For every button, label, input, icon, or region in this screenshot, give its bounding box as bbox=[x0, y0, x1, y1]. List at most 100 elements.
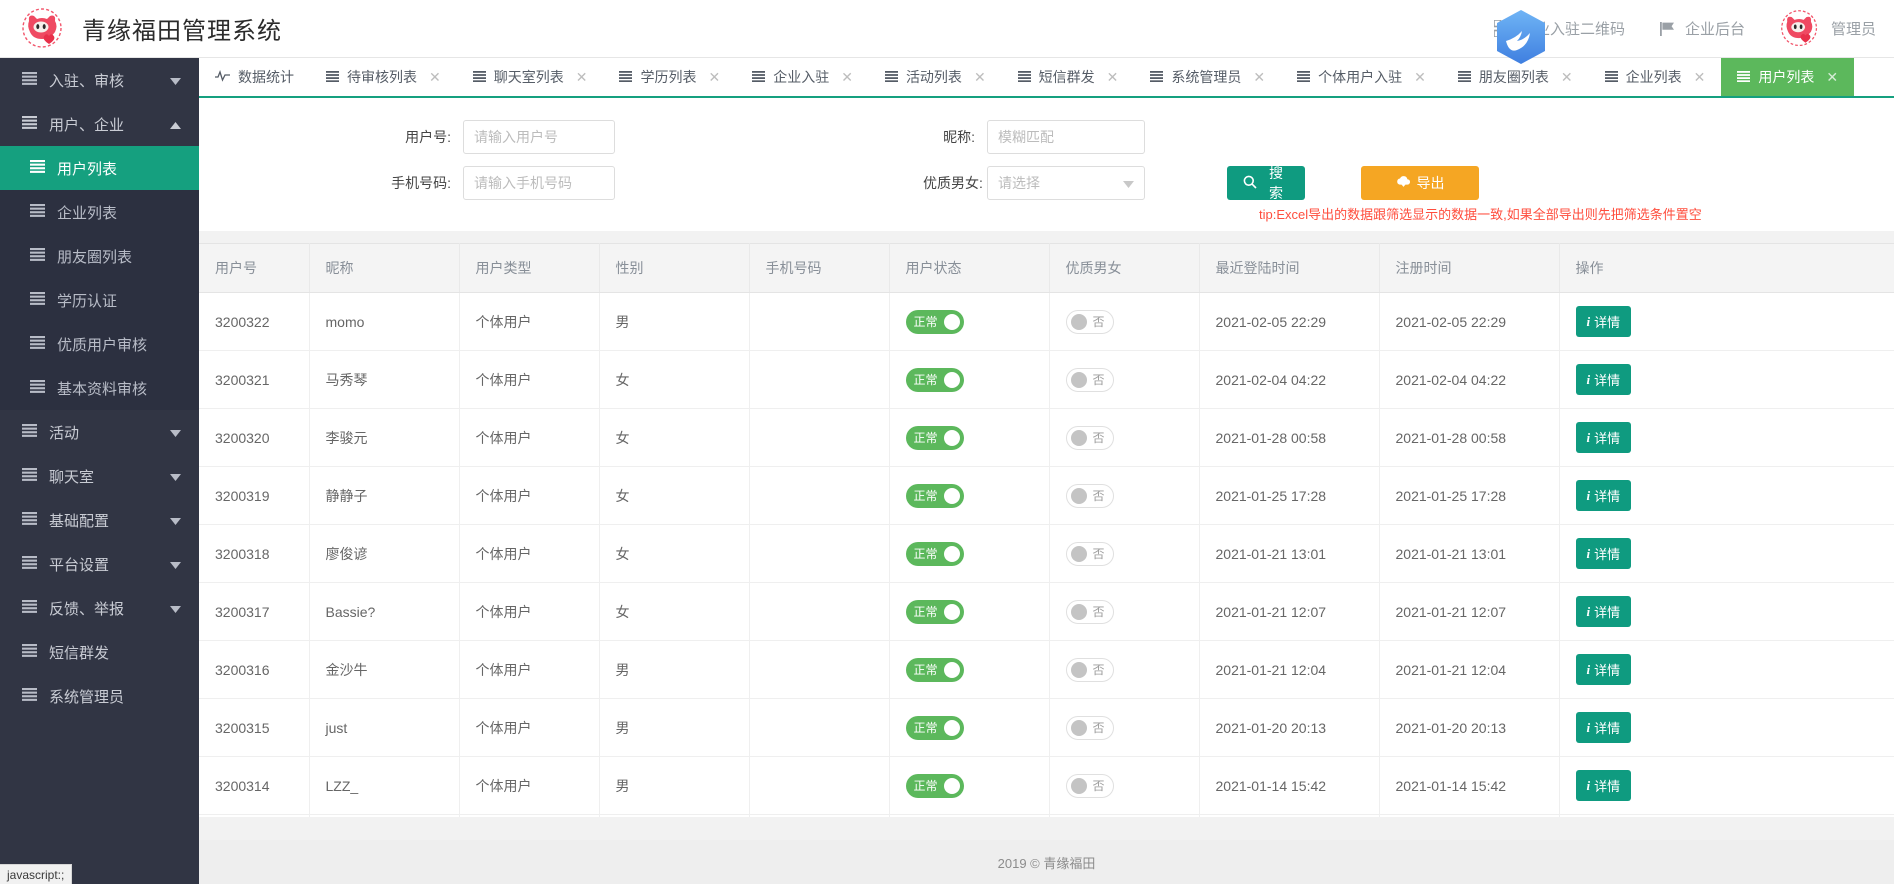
status-toggle[interactable]: 正常 bbox=[906, 658, 964, 682]
page-footer: 2019 © 青缘福田 bbox=[199, 840, 1894, 884]
sidebar-group-basic-config[interactable]: 基础配置 bbox=[0, 498, 199, 542]
cell-phone bbox=[749, 641, 889, 699]
sidebar-group-feedback-reports[interactable]: 反馈、举报 bbox=[0, 586, 199, 630]
sidebar-group-chatroom[interactable]: 聊天室 bbox=[0, 454, 199, 498]
sidebar-item-system-admin[interactable]: 系统管理员 bbox=[0, 674, 199, 718]
status-toggle[interactable]: 正常 bbox=[906, 600, 964, 624]
tab-sms-broadcast[interactable]: 短信群发 ✕ bbox=[1002, 58, 1135, 96]
detail-button[interactable]: i详情 bbox=[1576, 480, 1632, 511]
detail-button[interactable]: i详情 bbox=[1576, 654, 1632, 685]
cell-user-status: 正常 bbox=[889, 351, 1049, 409]
col-quality: 优质男女 bbox=[1049, 244, 1199, 293]
close-icon[interactable]: ✕ bbox=[1826, 70, 1838, 84]
tab-enterprise-settlement[interactable]: 企业入驻 ✕ bbox=[736, 58, 869, 96]
close-icon[interactable]: ✕ bbox=[708, 70, 720, 84]
sidebar-item-sms-broadcast[interactable]: 短信群发 bbox=[0, 630, 199, 674]
status-toggle[interactable]: 正常 bbox=[906, 716, 964, 740]
detail-button[interactable]: i详情 bbox=[1576, 538, 1632, 569]
user-menu[interactable]: 管理员 bbox=[1779, 8, 1876, 50]
sidebar-item-label: 用户列表 bbox=[57, 158, 181, 179]
sidebar-item-user-list[interactable]: 用户列表 bbox=[0, 146, 199, 190]
tab-moments-list[interactable]: 朋友圈列表 ✕ bbox=[1442, 58, 1589, 96]
status-toggle-label: 正常 bbox=[914, 545, 938, 562]
cell-gender: 女 bbox=[599, 351, 749, 409]
quality-toggle[interactable]: 否 bbox=[1066, 600, 1114, 624]
status-toggle[interactable]: 正常 bbox=[906, 774, 964, 798]
user-no-input[interactable] bbox=[463, 120, 615, 154]
quality-toggle-label: 否 bbox=[1093, 487, 1105, 504]
sidebar-group-activities[interactable]: 活动 bbox=[0, 410, 199, 454]
sidebar-group-platform-settings[interactable]: 平台设置 bbox=[0, 542, 199, 586]
sidebar-group-settlement-audit[interactable]: 入驻、审核 bbox=[0, 58, 199, 102]
nickname-input[interactable] bbox=[987, 120, 1145, 154]
sidebar-item-basic-info-audit[interactable]: 基本资料审核 bbox=[0, 366, 199, 410]
close-icon[interactable]: ✕ bbox=[429, 70, 441, 84]
status-toggle[interactable]: 正常 bbox=[906, 426, 964, 450]
status-toggle[interactable]: 正常 bbox=[906, 542, 964, 566]
quality-toggle[interactable]: 否 bbox=[1066, 310, 1114, 334]
header-link-qrcode[interactable]: 企业入驻二维码 bbox=[1494, 18, 1625, 39]
tab-data-statistics[interactable]: 数据统计 bbox=[199, 58, 310, 96]
search-button[interactable]: 搜索 bbox=[1227, 166, 1305, 200]
header-link-enterprise-backend[interactable]: 企业后台 bbox=[1659, 18, 1745, 39]
detail-button[interactable]: i详情 bbox=[1576, 712, 1632, 743]
detail-button[interactable]: i详情 bbox=[1576, 770, 1632, 801]
tab-system-admin[interactable]: 系统管理员 ✕ bbox=[1134, 58, 1281, 96]
cell-gender: 女 bbox=[599, 815, 749, 818]
quality-toggle[interactable]: 否 bbox=[1066, 368, 1114, 392]
cell-register: 2021-01-25 17:28 bbox=[1379, 467, 1559, 525]
quality-select[interactable]: 请选择 bbox=[987, 166, 1145, 200]
cell-nickname: just bbox=[309, 699, 459, 757]
close-icon[interactable]: ✕ bbox=[1253, 70, 1265, 84]
cell-last-login: 2021-01-25 17:28 bbox=[1199, 467, 1379, 525]
close-icon[interactable]: ✕ bbox=[841, 70, 853, 84]
detail-button[interactable]: i详情 bbox=[1576, 596, 1632, 627]
detail-button[interactable]: i详情 bbox=[1576, 422, 1632, 453]
avatar bbox=[1779, 8, 1821, 50]
quality-toggle[interactable]: 否 bbox=[1066, 484, 1114, 508]
close-icon[interactable]: ✕ bbox=[974, 70, 986, 84]
cell-register: 2021-02-04 04:22 bbox=[1379, 351, 1559, 409]
quality-toggle[interactable]: 否 bbox=[1066, 658, 1114, 682]
phone-input[interactable] bbox=[463, 166, 615, 200]
sidebar-item-quality-user-audit[interactable]: 优质用户审核 bbox=[0, 322, 199, 366]
sidebar-item-education-verification[interactable]: 学历认证 bbox=[0, 278, 199, 322]
quality-toggle[interactable]: 否 bbox=[1066, 774, 1114, 798]
tab-enterprise-list[interactable]: 企业列表 ✕ bbox=[1589, 58, 1722, 96]
tab-chatroom-list[interactable]: 聊天室列表 ✕ bbox=[457, 58, 604, 96]
close-icon[interactable]: ✕ bbox=[1107, 70, 1119, 84]
tab-label: 企业列表 bbox=[1626, 67, 1682, 87]
detail-button[interactable]: i详情 bbox=[1576, 306, 1632, 337]
status-toggle[interactable]: 正常 bbox=[906, 484, 964, 508]
quality-toggle[interactable]: 否 bbox=[1066, 426, 1114, 450]
status-toggle[interactable]: 正常 bbox=[906, 310, 964, 334]
quality-toggle[interactable]: 否 bbox=[1066, 542, 1114, 566]
export-button[interactable]: 导出 bbox=[1361, 166, 1479, 200]
tab-education-list[interactable]: 学历列表 ✕ bbox=[603, 58, 736, 96]
cell-quality: 否 bbox=[1049, 467, 1199, 525]
sidebar-group-users-enterprises[interactable]: 用户、企业 bbox=[0, 102, 199, 146]
list-icon bbox=[1737, 69, 1750, 85]
tab-activity-list[interactable]: 活动列表 ✕ bbox=[869, 58, 1002, 96]
detail-button[interactable]: i详情 bbox=[1576, 364, 1632, 395]
status-toggle[interactable]: 正常 bbox=[906, 368, 964, 392]
cell-last-login: 2021-01-20 20:13 bbox=[1199, 699, 1379, 757]
list-icon bbox=[22, 424, 37, 441]
quality-select-value: 请选择 bbox=[998, 173, 1040, 193]
tab-individual-user-settlement[interactable]: 个体用户入驻 ✕ bbox=[1281, 58, 1442, 96]
sidebar-item-moments-list[interactable]: 朋友圈列表 bbox=[0, 234, 199, 278]
cell-action: i详情 bbox=[1559, 815, 1894, 818]
quality-toggle[interactable]: 否 bbox=[1066, 716, 1114, 740]
search-row-1: 用户号: 昵称: bbox=[199, 114, 1894, 160]
tab-user-list[interactable]: 用户列表 ✕ bbox=[1721, 58, 1854, 96]
sidebar-item-enterprise-list[interactable]: 企业列表 bbox=[0, 190, 199, 234]
close-icon[interactable]: ✕ bbox=[1414, 70, 1426, 84]
close-icon[interactable]: ✕ bbox=[576, 70, 588, 84]
cell-user-no: 3200316 bbox=[199, 641, 309, 699]
user-no-label: 用户号: bbox=[379, 127, 451, 147]
tab-pending-audit-list[interactable]: 待审核列表 ✕ bbox=[310, 58, 457, 96]
detail-button-label: 详情 bbox=[1594, 602, 1620, 621]
tab-label: 企业入驻 bbox=[773, 67, 829, 87]
close-icon[interactable]: ✕ bbox=[1561, 70, 1573, 84]
close-icon[interactable]: ✕ bbox=[1694, 70, 1706, 84]
